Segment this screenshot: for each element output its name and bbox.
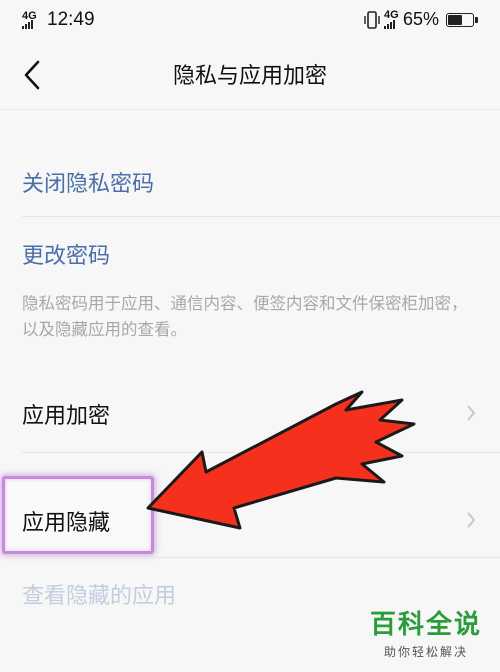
divider bbox=[22, 557, 500, 558]
signal-right-bars-icon bbox=[384, 20, 395, 29]
watermark-subtitle: 助你轻松解决 bbox=[383, 645, 468, 659]
watermark: 百科全说 助你轻松解决 bbox=[366, 604, 486, 660]
change-password-button[interactable]: 更改密码 bbox=[22, 220, 500, 288]
battery-fill bbox=[448, 15, 463, 25]
signal-bars-icon bbox=[22, 20, 33, 29]
privacy-description: 隐私密码用于应用、通信内容、便签内容和文件保密柜加密，以及隐藏应用的查看。 bbox=[22, 294, 468, 339]
view-hidden-apps-label: 查看隐藏的应用 bbox=[22, 584, 177, 609]
close-privacy-password-button[interactable]: 关闭隐私密码 bbox=[22, 148, 500, 216]
chevron-right-icon bbox=[467, 405, 476, 421]
app-encryption-label: 应用加密 bbox=[22, 404, 111, 429]
app-hide-label: 应用隐藏 bbox=[22, 511, 111, 536]
annotation-arrow-icon bbox=[146, 390, 416, 530]
page-title: 隐私与应用加密 bbox=[172, 64, 327, 89]
watermark-title: 百科全说 bbox=[369, 610, 482, 640]
battery-tip bbox=[475, 17, 478, 23]
close-privacy-password-label: 关闭隐私密码 bbox=[22, 172, 155, 197]
battery-percent: 65% bbox=[403, 9, 440, 29]
status-bar: 4G 12:49 4G 65% bbox=[0, 0, 500, 40]
chevron-right-icon bbox=[467, 512, 476, 528]
battery-icon bbox=[446, 13, 478, 27]
status-time: 12:49 bbox=[47, 9, 95, 30]
page-header: 隐私与应用加密 bbox=[0, 40, 500, 110]
vibrate-icon bbox=[364, 11, 380, 29]
change-password-label: 更改密码 bbox=[22, 244, 111, 269]
divider bbox=[22, 216, 500, 217]
